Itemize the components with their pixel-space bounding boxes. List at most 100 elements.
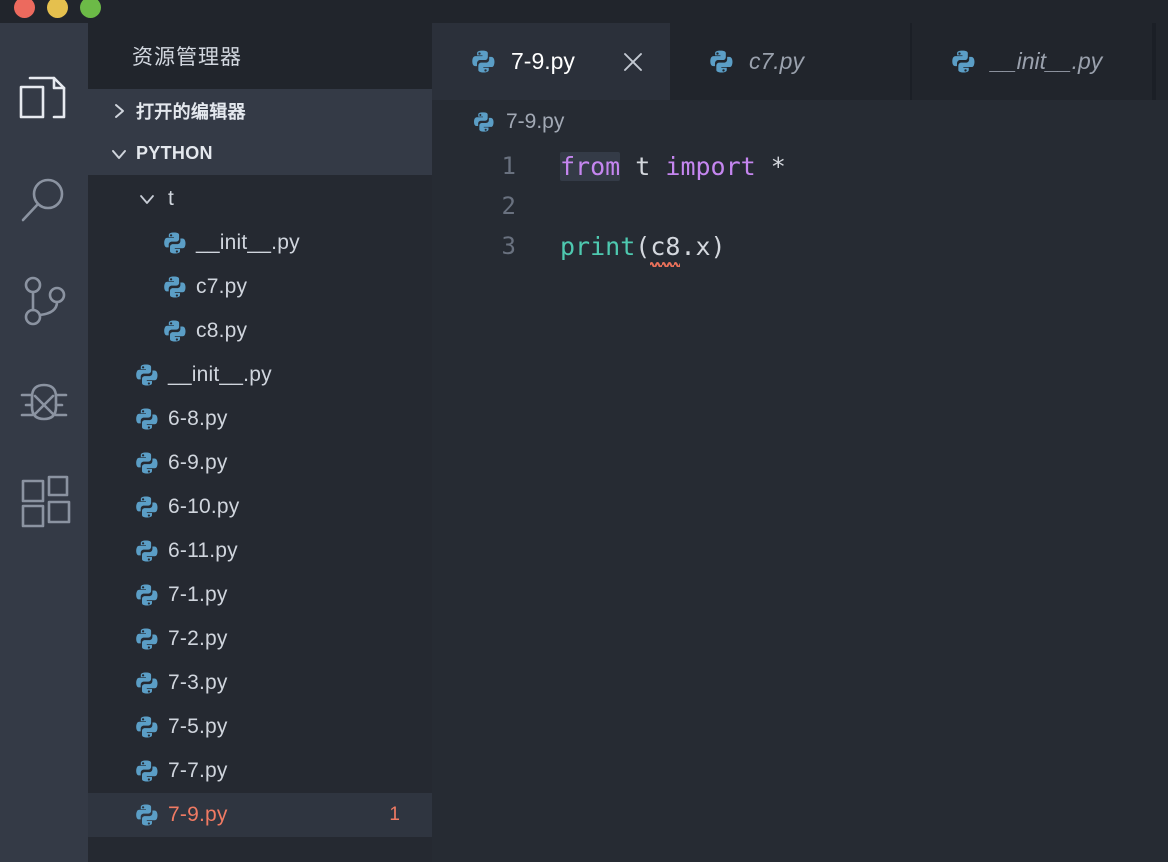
- python-file-icon: [134, 495, 158, 519]
- tree-item-label: 7-9.py: [168, 803, 228, 826]
- activity-item-search[interactable]: [0, 151, 88, 251]
- tree-file-row[interactable]: c7.py: [88, 265, 432, 309]
- activity-item-run-and-debug[interactable]: [0, 351, 88, 451]
- tree-item-label: c7.py: [196, 275, 248, 298]
- tree-file-row[interactable]: 6-10.py: [88, 485, 432, 529]
- tree-item-label: t: [168, 187, 175, 210]
- zoom-window-button[interactable]: [80, 0, 101, 18]
- editor-tab-label: 7-9.py: [511, 48, 575, 74]
- file-tree: t __init__.py c7.py c8.py __init__.py 6-8.py 6…: [88, 175, 432, 837]
- code-token: (: [635, 231, 651, 261]
- debug-icon: [16, 373, 72, 429]
- python-file-icon: [134, 627, 158, 651]
- python-file-icon: [134, 363, 158, 387]
- tree-item-label: 7-5.py: [168, 715, 228, 738]
- line-number: 2: [501, 192, 516, 220]
- tree-file-row[interactable]: 7-9.py 1: [88, 793, 432, 837]
- code-token: ): [710, 231, 726, 261]
- activity-item-source-control[interactable]: [0, 251, 88, 351]
- activity-bar: [0, 23, 88, 862]
- code-line: 1 from t import *: [432, 146, 1168, 186]
- tree-item-label: 7-1.py: [168, 583, 228, 606]
- tree-file-row[interactable]: 6-8.py: [88, 397, 432, 441]
- chevron-down-icon[interactable]: [134, 189, 160, 209]
- editor-tab-label: __init__.py: [991, 48, 1103, 74]
- tree-file-row[interactable]: 7-2.py: [88, 617, 432, 661]
- tree-file-row[interactable]: __init__.py: [88, 221, 432, 265]
- python-file-icon: [134, 803, 158, 827]
- code-token: from: [560, 151, 621, 181]
- line-number: 1: [501, 152, 516, 180]
- code-line-text[interactable]: print(c8.x): [524, 232, 726, 261]
- source-control-icon: [17, 273, 71, 329]
- tree-file-row[interactable]: 6-9.py: [88, 441, 432, 485]
- tree-file-row[interactable]: 7-7.py: [88, 749, 432, 793]
- editor-tab[interactable]: c7.py: [670, 23, 912, 100]
- python-file-icon: [470, 49, 495, 74]
- minimize-window-button[interactable]: [47, 0, 68, 18]
- tab-bar-empty-space: [1154, 23, 1168, 100]
- section-open-editors-label: 打开的编辑器: [136, 101, 246, 122]
- tree-item-label: 7-7.py: [168, 759, 228, 782]
- editor-tab-label: c7.py: [749, 48, 804, 74]
- tree-folder-row[interactable]: t: [88, 177, 432, 221]
- editor-tab[interactable]: __init__.py: [912, 23, 1154, 100]
- activity-item-explorer[interactable]: [0, 51, 88, 151]
- section-python[interactable]: PYTHON: [88, 132, 432, 175]
- code-token: print: [560, 231, 636, 261]
- code-line: 2: [432, 186, 1168, 226]
- code-token: .x: [680, 231, 711, 261]
- code-token: *: [770, 151, 786, 181]
- python-file-icon: [134, 451, 158, 475]
- tree-item-label: c8.py: [196, 319, 248, 342]
- tree-item-label: 6-9.py: [168, 451, 228, 474]
- python-file-icon: [708, 49, 733, 74]
- tree-item-label: __init__.py: [196, 231, 300, 254]
- python-file-icon: [134, 759, 158, 783]
- window-controls: [14, 0, 101, 18]
- python-file-icon: [472, 111, 494, 133]
- tree-file-row[interactable]: 7-3.py: [88, 661, 432, 705]
- code-token-error: c8: [650, 231, 681, 261]
- chevron-down-icon: [106, 144, 132, 164]
- tree-item-label: 6-8.py: [168, 407, 228, 430]
- sidebar: 资源管理器 打开的编辑器 PYTHON t __init__.py c7.py …: [88, 23, 432, 862]
- tree-file-row[interactable]: c8.py: [88, 309, 432, 353]
- workbench-body: 资源管理器 打开的编辑器 PYTHON t __init__.py c7.py …: [0, 23, 1168, 862]
- tree-item-label: __init__.py: [168, 363, 272, 386]
- python-file-icon: [162, 275, 186, 299]
- error-count-badge: 1: [389, 804, 400, 825]
- tree-file-row[interactable]: 6-11.py: [88, 529, 432, 573]
- editor-tab[interactable]: 7-9.py: [432, 23, 670, 100]
- section-open-editors[interactable]: 打开的编辑器: [88, 89, 432, 132]
- close-icon[interactable]: [620, 49, 646, 75]
- python-file-icon: [162, 231, 186, 255]
- title-bar: [0, 0, 1168, 23]
- code-line: 3 print(c8.x): [432, 226, 1168, 266]
- code-line-text[interactable]: from t import *: [524, 151, 786, 181]
- tree-item-label: 6-11.py: [168, 539, 238, 562]
- tree-file-row[interactable]: 7-1.py: [88, 573, 432, 617]
- sidebar-title: 资源管理器: [88, 23, 432, 89]
- breadcrumb[interactable]: 7-9.py: [432, 100, 1168, 144]
- search-icon: [17, 173, 71, 229]
- close-window-button[interactable]: [14, 0, 35, 18]
- python-file-icon: [134, 671, 158, 695]
- code-token: import: [665, 151, 756, 181]
- vscode-window: 资源管理器 打开的编辑器 PYTHON t __init__.py c7.py …: [0, 0, 1168, 862]
- tree-item-label: 7-3.py: [168, 671, 228, 694]
- tree-item-label: 6-10.py: [168, 495, 240, 518]
- explorer-panel: 打开的编辑器 PYTHON t __init__.py c7.py c8.py __in…: [88, 89, 432, 862]
- section-python-label: PYTHON: [136, 143, 213, 163]
- activity-item-extensions[interactable]: [0, 451, 88, 551]
- tree-file-row[interactable]: __init__.py: [88, 353, 432, 397]
- python-file-icon: [134, 583, 158, 607]
- extensions-icon: [17, 473, 71, 529]
- tree-item-label: 7-2.py: [168, 627, 228, 650]
- code-editor[interactable]: 1 from t import * 2 3 print(c8.x): [432, 144, 1168, 862]
- tree-file-row[interactable]: 7-5.py: [88, 705, 432, 749]
- chevron-right-icon: [106, 101, 132, 121]
